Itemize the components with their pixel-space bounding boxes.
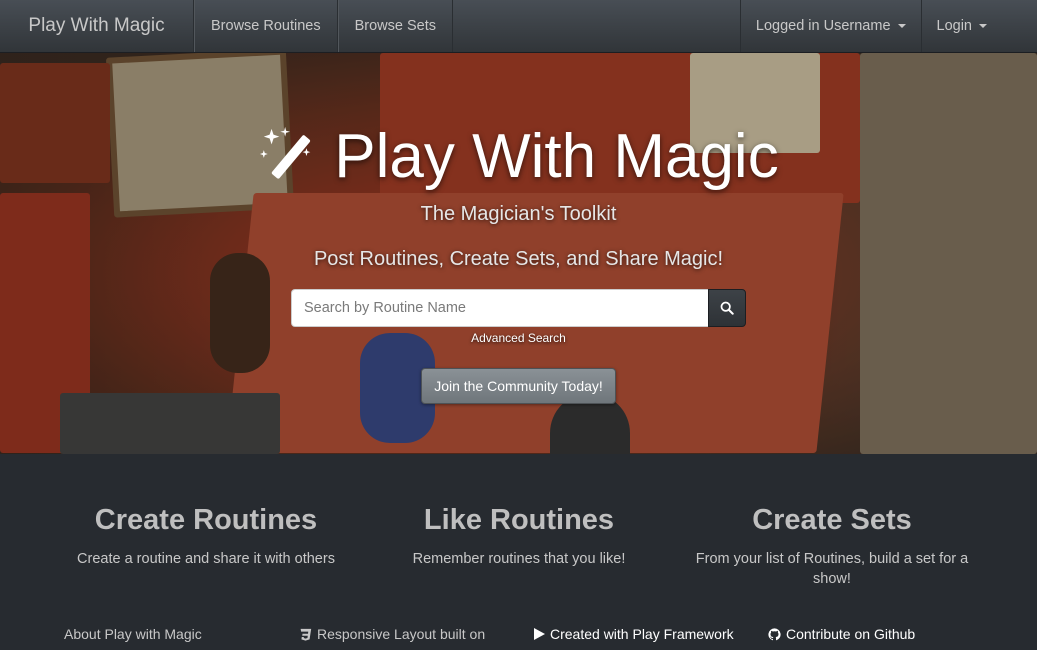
footer-play-link[interactable]: Created with Play Framework — [534, 626, 734, 642]
search-input[interactable] — [291, 289, 708, 327]
join-community-button[interactable]: Join the Community Today! — [421, 368, 616, 404]
footer: About Play with Magic Responsive Layout … — [0, 620, 1037, 650]
navbar: Play With Magic Browse Routines Browse S… — [0, 0, 1037, 53]
search-icon — [720, 301, 734, 315]
feature-text: From your list of Routines, build a set … — [695, 551, 969, 587]
footer-about-link[interactable]: About Play with Magic — [64, 626, 202, 642]
hero-banner: Play With Magic The Magician's Toolkit P… — [0, 53, 1037, 454]
play-icon — [534, 628, 545, 640]
user-menu-label: Logged in Username — [755, 18, 891, 34]
search-group — [291, 289, 746, 327]
nav-browse-sets[interactable]: Browse Sets — [337, 0, 454, 52]
feature-title: Like Routines — [423, 504, 615, 536]
footer-responsive-link[interactable]: Responsive Layout built on — [299, 626, 485, 642]
magic-wand-icon — [260, 126, 311, 179]
feature-title: Create Routines — [94, 504, 318, 536]
hero-title: Play With Magic — [0, 121, 1037, 192]
footer-about-label: About Play with Magic — [64, 626, 202, 642]
navbar-spacer — [453, 0, 740, 52]
feature-text: Remember routines that you like! — [412, 551, 626, 567]
login-menu-label: Login — [936, 18, 972, 34]
user-menu-dropdown[interactable]: Logged in Username — [739, 0, 921, 52]
search-button[interactable] — [708, 289, 746, 327]
features-section: Create Routines Create a routine and sha… — [0, 454, 1037, 604]
hero-subtitle: The Magician's Toolkit — [420, 203, 617, 225]
css3-icon — [299, 628, 312, 641]
caret-down-icon — [979, 24, 987, 28]
footer-responsive-label: Responsive Layout built on — [317, 626, 486, 642]
brand-link[interactable]: Play With Magic — [0, 0, 194, 52]
hero-tagline: Post Routines, Create Sets, and Share Ma… — [313, 248, 724, 270]
hero-title-text: Play With Magic — [334, 122, 779, 191]
caret-down-icon — [897, 24, 906, 28]
login-menu-dropdown[interactable]: Login — [920, 0, 1037, 52]
feature-like-routines: Like Routines Remember routines that you… — [369, 454, 669, 569]
feature-text: Create a routine and share it with other… — [77, 551, 335, 567]
github-icon — [768, 627, 781, 641]
footer-play-label: Created with Play Framework — [550, 626, 734, 642]
footer-github-label: Contribute on Github — [786, 626, 916, 642]
nav-browse-routines[interactable]: Browse Routines — [194, 0, 338, 52]
feature-create-sets: Create Sets From your list of Routines, … — [682, 454, 982, 589]
footer-github-link[interactable]: Contribute on Github — [768, 626, 915, 642]
feature-title: Create Sets — [752, 504, 912, 536]
advanced-search-link[interactable]: Advanced Search — [0, 331, 1037, 345]
feature-create-routines: Create Routines Create a routine and sha… — [56, 454, 356, 569]
